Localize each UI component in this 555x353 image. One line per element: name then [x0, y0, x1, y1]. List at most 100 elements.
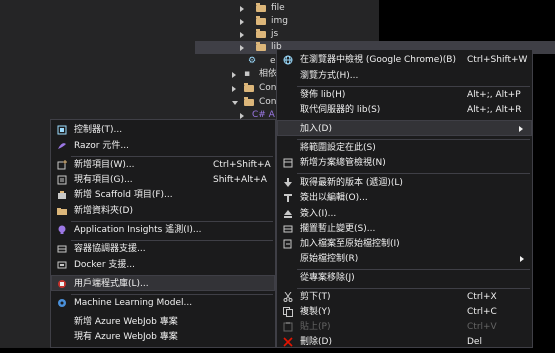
- menu-item-label: 瀏覽方式(H)...: [300, 71, 359, 81]
- menu-item-shortcut: Shift+Alt+A: [213, 175, 267, 185]
- menu-item-add-to-source-control[interactable]: 加入檔案至原始檔控制(I): [277, 236, 532, 252]
- submenu-item-container-orchestrator[interactable]: 容器協調器支援...: [51, 241, 275, 257]
- submenu-item-existing-item[interactable]: 現有項目(G)... Shift+Alt+A: [51, 172, 275, 188]
- menu-item-label: 容器協調器支援...: [74, 244, 146, 254]
- submenu-item-new-azure-webjob[interactable]: 新增 Azure WebJob 專案: [51, 314, 275, 330]
- menu-item-browse-with[interactable]: 瀏覽方式(H)...: [277, 68, 532, 84]
- razor-icon: [57, 141, 67, 151]
- controller-icon: [57, 125, 67, 135]
- folder-icon: [256, 42, 266, 51]
- menu-item-label: 新增項目(W)...: [74, 160, 135, 170]
- collapse-arrow-icon[interactable]: [232, 101, 238, 105]
- context-menu: 在瀏覽器中檢視 (Google Chrome)(B) Ctrl+Shift+W …: [276, 49, 533, 348]
- menu-item-label: 擱置暫止變更(S)...: [300, 224, 376, 234]
- menu-item-source-control[interactable]: 原始檔控制(R): [277, 251, 532, 267]
- menu-item-shortcut: Ctrl+Shift+A: [213, 160, 271, 170]
- submenu-item-razor-component[interactable]: Razor 元件...: [51, 138, 275, 154]
- copy-icon: [283, 307, 293, 317]
- tree-item-label: file: [271, 3, 285, 13]
- submenu-item-new-item[interactable]: 新增項目(W)... Ctrl+Shift+A: [51, 157, 275, 173]
- menu-item-shelve[interactable]: 擱置暫止變更(S)...: [277, 221, 532, 237]
- menu-item-shortcut: Ctrl+V: [467, 322, 497, 332]
- get-latest-icon: [283, 178, 293, 188]
- submenu-item-client-library[interactable]: 用戶端程式庫(L)...: [51, 275, 275, 291]
- menu-item-label: 控制器(T)...: [74, 125, 123, 135]
- tree-item-label: 相依: [259, 69, 278, 79]
- menu-item-add[interactable]: 加入(D): [277, 120, 532, 136]
- menu-item-label: 新增方案總管檢視(N): [300, 158, 386, 168]
- new-view-icon: [283, 158, 293, 168]
- submenu-arrow-icon: [520, 256, 524, 262]
- docker-icon: [57, 260, 67, 270]
- submenu-item-docker[interactable]: Docker 支援...: [51, 257, 275, 273]
- expand-arrow-icon[interactable]: [240, 32, 244, 38]
- container-icon: [57, 244, 67, 254]
- tree-item-label: img: [271, 16, 288, 26]
- menu-item-label: Razor 元件...: [74, 141, 129, 151]
- tree-item-label: js: [271, 29, 279, 39]
- menu-item-label: 將範圍設定在此(S): [300, 143, 376, 153]
- menu-item-shortcut: Ctrl+X: [467, 292, 497, 302]
- add-submenu: 控制器(T)... Razor 元件... 新增項目(W)... Ctrl+Sh…: [50, 119, 276, 348]
- menu-item-copy[interactable]: 複製(Y) Ctrl+C: [277, 304, 532, 320]
- menu-item-label: 現有 Azure WebJob 專案: [74, 332, 178, 342]
- menu-item-get-latest[interactable]: 取得最新的版本 (遞迴)(L): [277, 175, 532, 191]
- menu-item-shortcut: Ctrl+C: [467, 307, 497, 317]
- menu-item-scope-to-this[interactable]: 將範圍設定在此(S): [277, 140, 532, 156]
- menu-item-label: 貼上(P): [300, 322, 331, 332]
- delete-icon: [283, 337, 293, 347]
- folder-icon: [244, 97, 254, 106]
- menu-item-new-explorer-view[interactable]: 新增方案總管檢視(N): [277, 155, 532, 171]
- menu-item-label: 發佈 lib(H): [300, 90, 346, 100]
- submenu-item-ml-model[interactable]: Machine Learning Model...: [51, 295, 275, 311]
- globe-icon: [283, 55, 293, 65]
- expand-arrow-icon[interactable]: [232, 86, 236, 92]
- existing-item-icon: [57, 175, 67, 185]
- menu-item-paste[interactable]: 貼上(P) Ctrl+V: [277, 319, 532, 335]
- menu-item-label: Docker 支援...: [74, 260, 135, 270]
- expand-arrow-icon[interactable]: [240, 19, 244, 25]
- menu-item-label: 簽出以編輯(O)...: [300, 193, 368, 203]
- menu-item-checkin[interactable]: 簽入(I)...: [277, 206, 532, 222]
- new-item-icon: [57, 160, 67, 170]
- menu-item-label: 取得最新的版本 (遞迴)(L): [300, 178, 403, 188]
- menu-item-label: 原始檔控制(R): [300, 254, 359, 264]
- checkin-icon: [283, 209, 293, 219]
- menu-item-label: 加入(D): [300, 124, 332, 134]
- menu-item-publish-lib[interactable]: 發佈 lib(H) Alt+;, Alt+P: [277, 87, 532, 103]
- tree-item-label: Con: [259, 97, 277, 107]
- file-icon: ⚙: [248, 56, 257, 66]
- menu-item-replace-lib[interactable]: 取代伺服器的 lib(S) Alt+;, Alt+R: [277, 102, 532, 118]
- menu-item-label: 新增 Scaffold 項目(F)...: [74, 190, 173, 200]
- menu-item-cut[interactable]: 剪下(T) Ctrl+X: [277, 289, 532, 305]
- submenu-item-app-insights[interactable]: Application Insights 遙測(I)...: [51, 222, 275, 238]
- menu-item-remove-from-project[interactable]: 從專案移除(J): [277, 270, 532, 286]
- menu-item-label: 現有項目(G)...: [74, 175, 133, 185]
- menu-item-view-in-browser[interactable]: 在瀏覽器中檢視 (Google Chrome)(B) Ctrl+Shift+W: [277, 52, 532, 68]
- menu-item-shortcut: Ctrl+Shift+W: [467, 55, 528, 65]
- submenu-arrow-icon: [519, 126, 523, 132]
- menu-item-label: 複製(Y): [300, 307, 331, 317]
- menu-item-label: 取代伺服器的 lib(S): [300, 105, 381, 115]
- menu-item-label: Application Insights 遙測(I)...: [74, 225, 202, 235]
- folder-icon: [256, 3, 266, 12]
- submenu-item-controller[interactable]: 控制器(T)...: [51, 122, 275, 138]
- menu-item-label: 新增資料夾(D): [74, 206, 133, 216]
- folder-icon: [244, 83, 254, 92]
- submenu-item-scaffold[interactable]: 新增 Scaffold 項目(F)...: [51, 187, 275, 203]
- menu-item-label: 新增 Azure WebJob 專案: [74, 317, 178, 327]
- menu-item-label: 用戶端程式庫(L)...: [74, 279, 149, 289]
- expand-arrow-icon[interactable]: [240, 6, 244, 12]
- menu-item-label: 加入檔案至原始檔控制(I): [300, 239, 400, 249]
- tree-item-label: Con: [259, 83, 277, 93]
- expand-arrow-icon[interactable]: [240, 45, 244, 51]
- submenu-item-existing-azure-webjob[interactable]: 現有 Azure WebJob 專案: [51, 329, 275, 345]
- menu-item-shortcut: Alt+;, Alt+R: [467, 105, 522, 115]
- menu-item-checkout[interactable]: 簽出以編輯(O)...: [277, 190, 532, 206]
- expand-arrow-icon[interactable]: [232, 72, 236, 78]
- paste-icon: [283, 322, 293, 332]
- menu-separator: [297, 173, 530, 174]
- ml-icon: [57, 298, 67, 308]
- submenu-item-new-folder[interactable]: 新增資料夾(D): [51, 203, 275, 219]
- menu-item-label: 簽入(I)...: [300, 209, 337, 219]
